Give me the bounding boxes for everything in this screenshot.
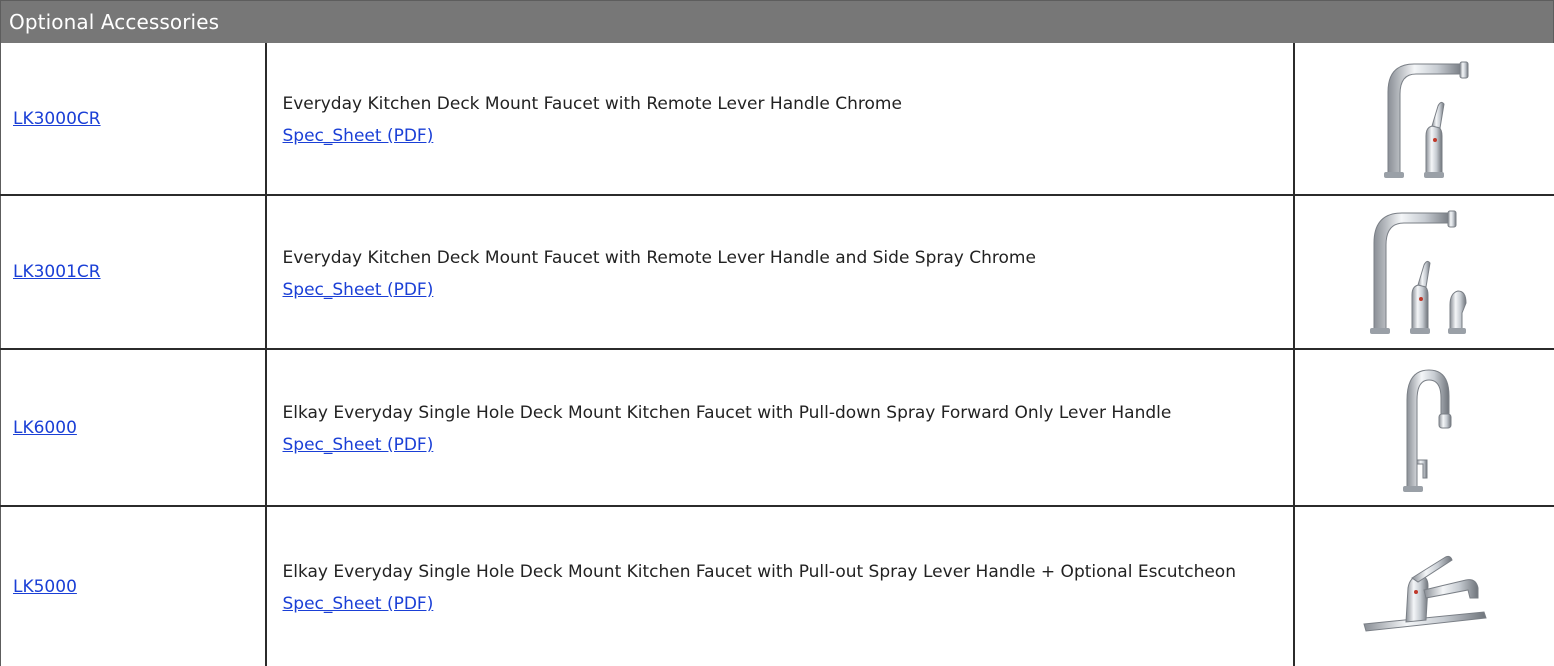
table-row: LK3000CR Everyday Kitchen Deck Mount Fau…	[1, 43, 1554, 195]
image-cell	[1294, 349, 1554, 506]
accessories-table: LK3000CR Everyday Kitchen Deck Mount Fau…	[0, 43, 1554, 666]
description-cell: Everyday Kitchen Deck Mount Faucet with …	[266, 43, 1294, 195]
accessories-title: Optional Accessories	[9, 10, 219, 34]
sku-link-lk5000[interactable]: LK5000	[13, 577, 77, 597]
product-description: Elkay Everyday Single Hole Deck Mount Ki…	[283, 400, 1273, 427]
sku-link-lk3001cr[interactable]: LK3001CR	[13, 262, 101, 282]
sku-cell: LK3001CR	[1, 195, 266, 349]
faucet-remote-lever-icon	[1364, 54, 1484, 184]
product-description: Elkay Everyday Single Hole Deck Mount Ki…	[283, 559, 1273, 586]
spec-sheet-link[interactable]: Spec_Sheet (PDF)	[283, 126, 434, 146]
sku-link-lk3000cr[interactable]: LK3000CR	[13, 109, 101, 129]
spec-sheet-link[interactable]: Spec_Sheet (PDF)	[283, 280, 434, 300]
table-row: LK3001CR Everyday Kitchen Deck Mount Fau…	[1, 195, 1554, 349]
spec-sheet-link[interactable]: Spec_Sheet (PDF)	[283, 435, 434, 455]
accessories-header: Optional Accessories	[0, 0, 1554, 43]
sku-cell: LK5000	[1, 506, 266, 666]
sku-link-lk6000[interactable]: LK6000	[13, 418, 77, 438]
spec-sheet-link[interactable]: Spec_Sheet (PDF)	[283, 594, 434, 614]
product-description: Everyday Kitchen Deck Mount Faucet with …	[283, 245, 1273, 272]
faucet-pull-out-icon	[1354, 532, 1494, 642]
description-cell: Elkay Everyday Single Hole Deck Mount Ki…	[266, 506, 1294, 666]
optional-accessories-panel: Optional Accessories LK3000CR Everyday K…	[0, 0, 1554, 661]
description-cell: Elkay Everyday Single Hole Deck Mount Ki…	[266, 349, 1294, 506]
product-description: Everyday Kitchen Deck Mount Faucet with …	[283, 91, 1273, 118]
table-row: LK6000 Elkay Everyday Single Hole Deck M…	[1, 349, 1554, 506]
faucet-side-spray-icon	[1354, 205, 1494, 340]
accessories-table-wrapper: LK3000CR Everyday Kitchen Deck Mount Fau…	[0, 43, 1554, 661]
image-cell	[1294, 43, 1554, 195]
image-cell	[1294, 195, 1554, 349]
image-cell	[1294, 506, 1554, 666]
description-cell: Everyday Kitchen Deck Mount Faucet with …	[266, 195, 1294, 349]
table-row: LK5000 Elkay Everyday Single Hole Deck M…	[1, 506, 1554, 666]
sku-cell: LK6000	[1, 349, 266, 506]
faucet-pull-down-icon	[1379, 360, 1469, 495]
sku-cell: LK3000CR	[1, 43, 266, 195]
